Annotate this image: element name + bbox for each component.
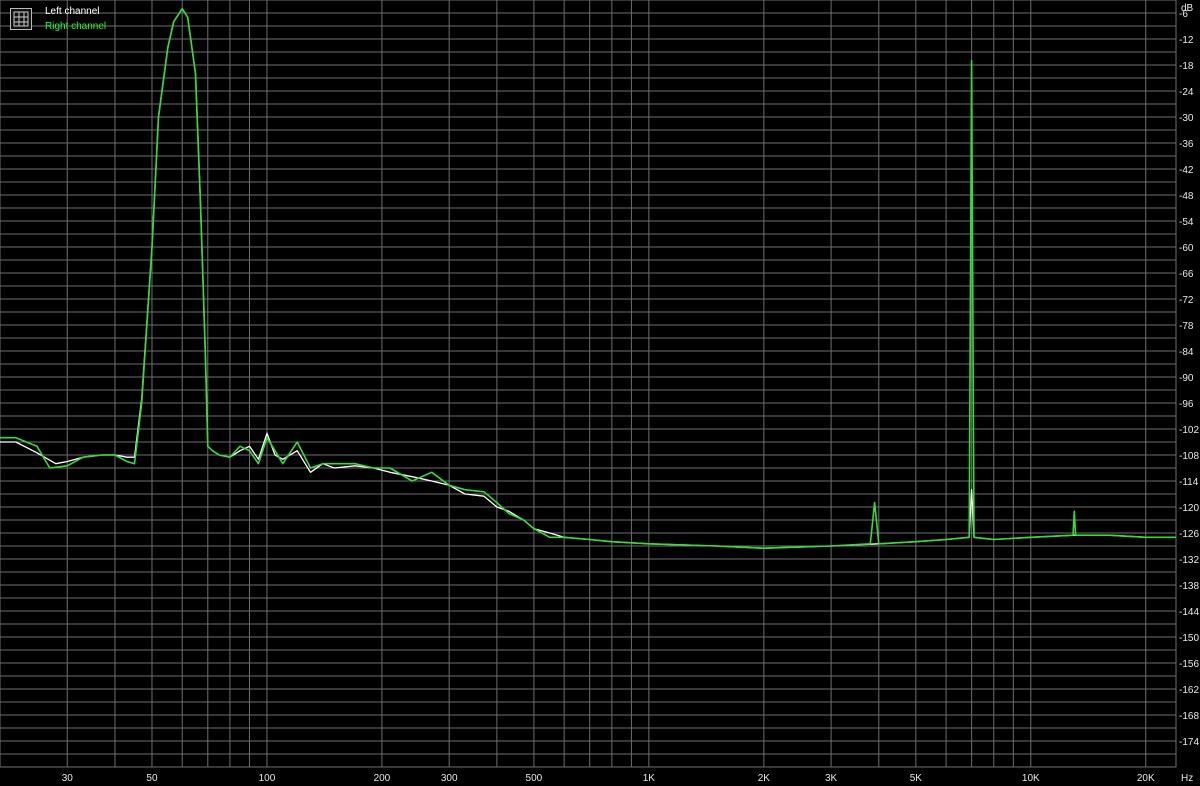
y-tick-label: -42: [1179, 165, 1194, 176]
y-axis-label: dB: [1181, 3, 1194, 14]
y-tick-label: -162: [1179, 685, 1199, 696]
y-tick-label: -66: [1179, 269, 1194, 280]
y-tick-label: -144: [1179, 607, 1199, 618]
y-tick-label: -48: [1179, 191, 1194, 202]
x-axis-ticks: 30 50 100 200 300 500 1K 2K 3K 5K 10K 20K: [62, 773, 1155, 784]
y-axis-ticks: -6-12-18-24-30-36-42-48-54-60-66-72-78-8…: [1179, 9, 1199, 748]
x-tick-label: 500: [526, 773, 543, 784]
x-tick-label: 2K: [758, 773, 771, 784]
x-axis-label: Hz: [1181, 773, 1193, 784]
y-tick-label: -156: [1179, 659, 1199, 670]
spectrum-chart: -6-12-18-24-30-36-42-48-54-60-66-72-78-8…: [0, 0, 1199, 784]
y-tick-label: -12: [1179, 35, 1194, 46]
y-tick-label: -168: [1179, 711, 1199, 722]
x-tick-label: 10K: [1022, 773, 1040, 784]
y-tick-label: -60: [1179, 243, 1194, 254]
y-tick-label: -90: [1179, 373, 1194, 384]
plot-area: [0, 0, 1176, 767]
y-tick-label: -102: [1179, 425, 1199, 436]
y-tick-label: -54: [1179, 217, 1194, 228]
x-tick-label: 100: [259, 773, 276, 784]
x-tick-label: 30: [62, 773, 74, 784]
y-tick-label: -114: [1179, 477, 1199, 488]
y-tick-label: -84: [1179, 347, 1194, 358]
y-tick-label: -36: [1179, 139, 1194, 150]
y-tick-label: -120: [1179, 503, 1199, 514]
legend-icon[interactable]: [10, 8, 32, 30]
x-tick-label: 1K: [643, 773, 656, 784]
x-tick-label: 300: [441, 773, 458, 784]
y-tick-label: -18: [1179, 61, 1194, 72]
y-tick-label: -174: [1179, 737, 1199, 748]
y-tick-label: -78: [1179, 321, 1194, 332]
x-tick-label: 50: [146, 773, 158, 784]
legend-right-channel: Right channel: [45, 21, 107, 32]
x-tick-label: 3K: [825, 773, 838, 784]
y-tick-label: -30: [1179, 113, 1194, 124]
legend-left-channel: Left channel: [45, 6, 100, 17]
x-tick-label: 200: [374, 773, 391, 784]
y-tick-label: -72: [1179, 295, 1194, 306]
y-tick-label: -126: [1179, 529, 1199, 540]
x-tick-label: 20K: [1137, 773, 1155, 784]
y-tick-label: -138: [1179, 581, 1199, 592]
x-tick-label: 5K: [910, 773, 923, 784]
grid-icon: [13, 11, 29, 27]
y-tick-label: -132: [1179, 555, 1199, 566]
y-tick-label: -150: [1179, 633, 1199, 644]
y-tick-label: -108: [1179, 451, 1199, 462]
y-tick-label: -96: [1179, 399, 1194, 410]
y-tick-label: -24: [1179, 87, 1194, 98]
